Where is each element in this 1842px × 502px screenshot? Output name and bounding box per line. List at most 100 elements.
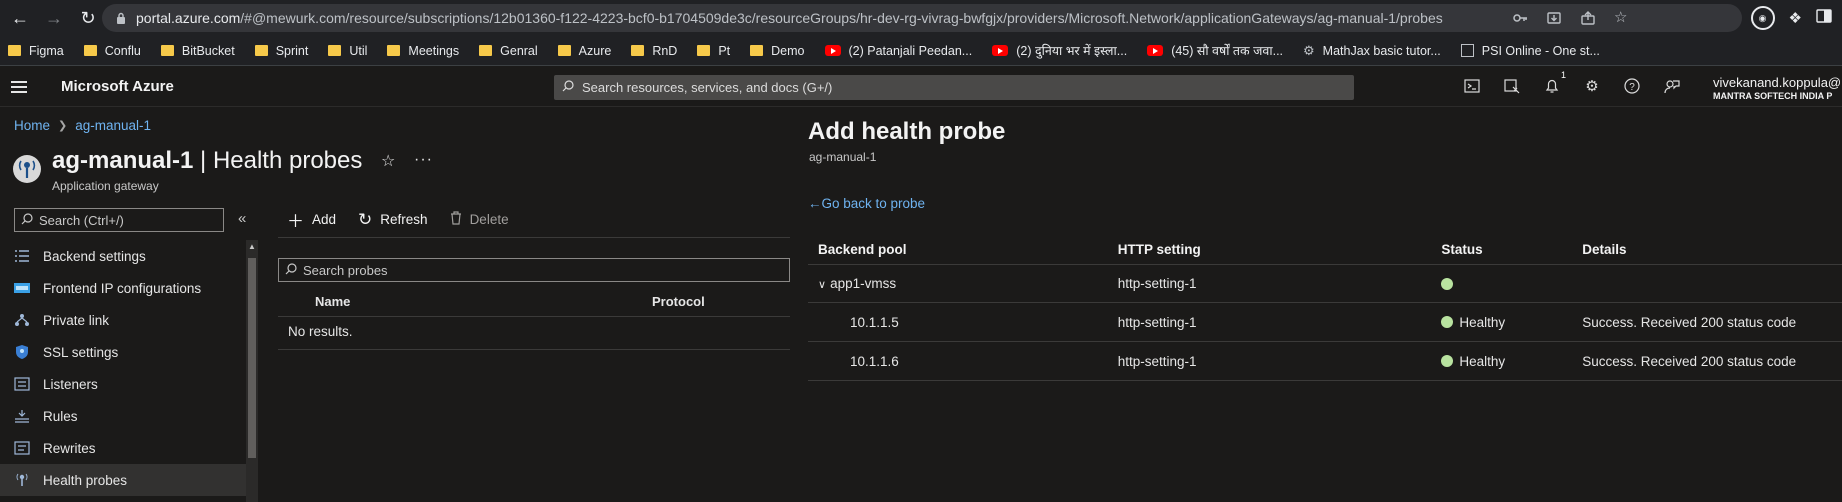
page-icon (1460, 44, 1474, 57)
reload-icon[interactable]: ↻ (74, 4, 102, 32)
extensions-icon[interactable]: ❖ (1789, 9, 1802, 27)
menu-item-private-link[interactable]: Private link (0, 304, 246, 336)
status-cell (1441, 277, 1582, 290)
bookmark-item[interactable]: (2) Patanjali Peedan... (824, 44, 972, 58)
healthy-status-icon (1441, 277, 1454, 290)
column-header-name[interactable]: Name (315, 294, 652, 309)
collapse-menu-icon[interactable]: « (238, 210, 246, 227)
menu-item-health-probes[interactable]: Health probes (0, 464, 246, 496)
bookmark-item[interactable]: Conflu (83, 44, 141, 58)
bookmark-item[interactable]: Azure (557, 44, 611, 58)
go-back-link[interactable]: ←Go back to probe (808, 196, 925, 211)
status-cell: Healthy (1441, 354, 1582, 369)
favorite-star-icon[interactable]: ☆ (381, 151, 395, 171)
bookmark-item[interactable]: (45) सौ वर्षों तक जवा... (1147, 42, 1283, 59)
shield-icon (13, 344, 31, 360)
delete-button[interactable]: Delete (450, 210, 509, 230)
status-cell: Healthy (1441, 315, 1582, 330)
user-name: vivekanand.koppula@ (1713, 75, 1842, 90)
address-bar[interactable]: portal.azure.com/#@mewurk.com/resource/s… (102, 4, 1742, 32)
breadcrumb-resource[interactable]: ag-manual-1 (75, 118, 151, 133)
table-divider (278, 349, 790, 350)
notifications-icon[interactable]: 1 (1542, 70, 1566, 96)
bookmarks-bar: Figma Conflu BitBucket Sprint Util Meeti… (0, 36, 1842, 66)
arrow-left-icon: ← (808, 196, 822, 211)
breadcrumb-home[interactable]: Home (14, 118, 50, 133)
share-icon[interactable] (1580, 10, 1596, 26)
scrollbar-thumb[interactable] (248, 258, 256, 458)
healthy-status-icon (1441, 355, 1454, 367)
menu-item-ssl-settings[interactable]: SSL settings (0, 336, 246, 368)
bookmark-item[interactable]: BitBucket (160, 44, 235, 58)
account-menu[interactable]: vivekanand.koppula@ MANTRA SOFTECH INDIA… (1713, 75, 1841, 101)
feedback-icon[interactable] (1662, 76, 1682, 96)
window-icon[interactable] (1816, 8, 1832, 28)
bookmark-item[interactable]: PSI Online - One st... (1460, 44, 1600, 58)
bookmark-item[interactable]: ⚙ MathJax basic tutor... (1303, 43, 1441, 59)
folder-icon (631, 45, 645, 56)
bookmark-item[interactable]: Demo (750, 44, 805, 58)
bookmark-item[interactable]: Figma (8, 44, 64, 58)
probes-search-input[interactable]: Search probes (278, 258, 790, 282)
back-icon[interactable]: ← (6, 4, 34, 32)
column-header-status: Status (1441, 242, 1483, 257)
menu-item-listeners[interactable]: Listeners (0, 368, 246, 400)
menu-item-rewrites[interactable]: Rewrites (0, 432, 246, 464)
bookmark-item[interactable]: RnD (631, 44, 677, 58)
bookmark-item[interactable]: Genral (479, 44, 538, 58)
bookmark-item[interactable]: Util (328, 44, 367, 58)
global-search-input[interactable]: Search resources, services, and docs (G+… (554, 75, 1354, 100)
scroll-up-icon[interactable]: ▲ (248, 242, 256, 251)
table-row-group[interactable]: ∨ app1-vmss http-setting-1 (808, 265, 1842, 303)
http-setting-cell: http-setting-1 (1117, 314, 1197, 330)
resource-menu: Backend settings Frontend IP configurati… (0, 240, 246, 496)
more-options-icon[interactable]: ··· (414, 151, 433, 169)
menu-scrollbar[interactable]: ▲ (246, 240, 258, 502)
column-header-http-setting: HTTP setting (1117, 242, 1201, 257)
column-header-protocol[interactable]: Protocol (652, 294, 705, 309)
youtube-icon (1147, 45, 1164, 56)
bookmark-item[interactable]: Pt (697, 44, 730, 58)
backend-address-cell: 10.1.1.5 (850, 314, 899, 330)
link-icon (13, 312, 31, 328)
folder-icon (328, 45, 342, 56)
menu-search-input[interactable]: Search (Ctrl+/) (14, 208, 224, 232)
brand-title[interactable]: Microsoft Azure (61, 78, 174, 95)
settings-gear-icon[interactable]: ⚙ (1582, 76, 1602, 96)
azure-header: Microsoft Azure Search resources, servic… (0, 67, 1842, 107)
table-row: 10.1.1.5 http-setting-1 Healthy Success.… (808, 303, 1842, 342)
bookmark-item[interactable]: (2) दुनिया भर में इस्ला... (992, 42, 1127, 59)
directory-filter-icon[interactable] (1502, 76, 1522, 96)
page-title: ag-manual-1 | Health probes (52, 147, 363, 174)
install-icon[interactable] (1546, 10, 1562, 26)
listener-icon (13, 376, 31, 392)
folder-icon (387, 45, 401, 56)
menu-item-rules[interactable]: Rules (0, 400, 246, 432)
help-icon[interactable]: ? (1622, 76, 1642, 96)
bookmark-item[interactable]: Meetings (387, 44, 459, 58)
http-setting-cell: http-setting-1 (1117, 353, 1197, 369)
bookmark-star-icon[interactable]: ☆ (1614, 10, 1630, 26)
refresh-button[interactable]: ↻ Refresh (358, 210, 428, 230)
toolbar-divider (278, 237, 790, 238)
folder-icon (750, 45, 764, 56)
bookmark-item[interactable]: Sprint (254, 44, 308, 58)
cloud-shell-icon[interactable] (1462, 76, 1482, 96)
url-text: portal.azure.com/#@mewurk.com/resource/s… (136, 10, 1443, 26)
menu-icon[interactable] (11, 78, 27, 96)
forward-icon[interactable]: → (40, 4, 68, 32)
rules-icon (13, 408, 31, 424)
menu-item-frontend-ip[interactable]: Frontend IP configurations (0, 272, 246, 304)
column-header-details: Details (1582, 242, 1627, 257)
key-icon[interactable] (1512, 10, 1528, 26)
browser-toolbar: ← → ↻ portal.azure.com/#@mewurk.com/reso… (0, 0, 1842, 36)
chevron-down-icon[interactable]: ∨ (818, 278, 826, 291)
search-icon (285, 262, 297, 278)
add-button[interactable]: ＋ Add (287, 207, 336, 232)
ip-icon (13, 280, 31, 296)
folder-icon (254, 45, 268, 56)
rewrite-icon (13, 440, 31, 456)
menu-item-backend-settings[interactable]: Backend settings (0, 240, 246, 272)
profile-avatar-icon[interactable]: ◉ (1750, 6, 1775, 30)
folder-icon (8, 45, 21, 56)
